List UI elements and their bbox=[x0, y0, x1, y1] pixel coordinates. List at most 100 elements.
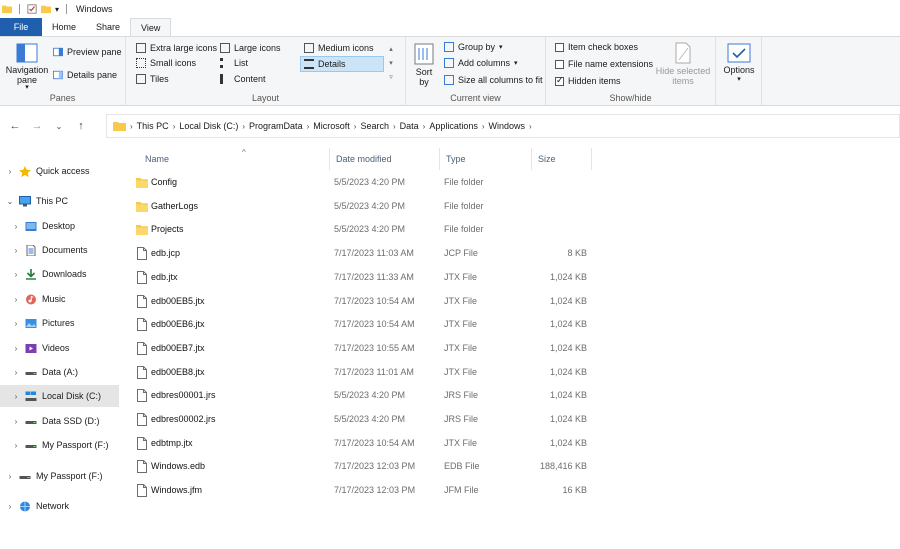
chevron-right-icon[interactable]: › bbox=[393, 122, 396, 131]
file-row[interactable]: edbres00002.jrs 5/5/2023 4:20 PM JRS File 1… bbox=[128, 408, 598, 431]
hide-selected-items-button[interactable]: Hide selected items bbox=[654, 42, 712, 86]
column-header-name[interactable]: Name ^ bbox=[139, 148, 330, 170]
file-icon bbox=[137, 365, 147, 379]
breadcrumb-this-pc[interactable]: This PC bbox=[137, 121, 169, 131]
item-check-boxes-checkbox[interactable] bbox=[555, 42, 564, 52]
layout-tiles[interactable]: Tiles bbox=[136, 74, 169, 84]
nav-item[interactable]: › Data SSD (D:) bbox=[0, 410, 119, 432]
layout-medium-icons[interactable]: Medium icons bbox=[304, 43, 374, 53]
navigation-pane-button[interactable]: Navigation pane ▾ bbox=[4, 43, 50, 91]
chevron-right-icon[interactable]: › bbox=[423, 122, 426, 131]
chevron-right-icon[interactable]: › bbox=[11, 344, 21, 353]
new-folder-icon[interactable] bbox=[41, 4, 51, 14]
file-name-extensions-checkbox[interactable] bbox=[555, 59, 564, 69]
add-columns-button[interactable]: Add columns ▾ bbox=[444, 58, 518, 68]
nav-item[interactable]: › Quick access bbox=[0, 160, 119, 182]
breadcrumb-microsoft[interactable]: Microsoft bbox=[313, 121, 350, 131]
breadcrumb-applications[interactable]: Applications bbox=[429, 121, 478, 131]
layout-list[interactable]: List bbox=[220, 58, 248, 68]
file-row[interactable]: Windows.edb 7/17/2023 12:03 PM EDB File 188… bbox=[128, 455, 598, 478]
column-header-type[interactable]: Type bbox=[440, 148, 532, 170]
chevron-right-icon[interactable]: › bbox=[11, 222, 21, 231]
up-arrow-icon[interactable]: ↑ bbox=[70, 120, 92, 132]
breadcrumb-data[interactable]: Data bbox=[400, 121, 419, 131]
breadcrumb-local-disk[interactable]: Local Disk (C:) bbox=[179, 121, 238, 131]
recent-locations-icon[interactable]: ⌄ bbox=[48, 122, 70, 131]
hidden-items-toggle[interactable]: Hidden items bbox=[555, 75, 621, 86]
file-row[interactable]: Windows.jfm 7/17/2023 12:03 PM JFM File 16 … bbox=[128, 479, 598, 502]
nav-item[interactable]: › Desktop bbox=[0, 215, 119, 237]
address-bar[interactable]: › This PC › Local Disk (C:) › ProgramData ›… bbox=[106, 114, 900, 138]
file-row[interactable]: edb00EB7.jtx 7/17/2023 10:55 AM JTX File 1,… bbox=[128, 337, 598, 360]
hidden-items-checkbox[interactable] bbox=[555, 75, 564, 86]
folder-row[interactable]: Projects 5/5/2023 4:20 PM File folder bbox=[128, 218, 598, 241]
chevron-right-icon[interactable]: › bbox=[173, 122, 176, 131]
chevron-right-icon[interactable]: › bbox=[11, 270, 21, 279]
item-check-boxes-toggle[interactable]: Item check boxes bbox=[555, 42, 638, 52]
folder-row[interactable]: Config 5/5/2023 4:20 PM File folder bbox=[128, 171, 598, 194]
preview-pane-button[interactable]: Preview pane bbox=[53, 47, 122, 57]
folder-row[interactable]: GatherLogs 5/5/2023 4:20 PM File folder bbox=[128, 195, 598, 218]
chevron-down-icon[interactable]: ⌄ bbox=[5, 197, 15, 206]
chevron-right-icon[interactable]: › bbox=[11, 417, 21, 426]
nav-item[interactable]: › Music bbox=[0, 288, 119, 310]
file-row[interactable]: edb00EB6.jtx 7/17/2023 10:54 AM JTX File 1,… bbox=[128, 313, 598, 336]
chevron-right-icon[interactable]: › bbox=[5, 472, 15, 481]
chevron-right-icon[interactable]: › bbox=[354, 122, 357, 131]
file-row[interactable]: edbtmp.jtx 7/17/2023 10:54 AM JTX File 1,02… bbox=[128, 432, 598, 455]
properties-icon[interactable] bbox=[27, 4, 37, 14]
breadcrumb-programdata[interactable]: ProgramData bbox=[249, 121, 303, 131]
tab-view[interactable]: View bbox=[130, 18, 172, 36]
chevron-right-icon[interactable]: › bbox=[5, 502, 15, 511]
nav-item[interactable]: › My Passport (F:) bbox=[0, 434, 119, 456]
chevron-right-icon[interactable]: › bbox=[242, 122, 245, 131]
sort-by-button[interactable]: Sort by bbox=[412, 43, 436, 87]
nav-item[interactable]: › Downloads bbox=[0, 263, 119, 285]
file-row[interactable]: edb00EB8.jtx 7/17/2023 11:01 AM JTX File 1,… bbox=[128, 361, 598, 384]
file-row[interactable]: edb00EB5.jtx 7/17/2023 10:54 AM JTX File 1,… bbox=[128, 290, 598, 313]
chevron-right-icon[interactable]: › bbox=[11, 368, 21, 377]
chevron-right-icon[interactable]: › bbox=[482, 122, 485, 131]
nav-item[interactable]: › Pictures bbox=[0, 312, 119, 334]
ribbon-tabs: File Home Share View bbox=[0, 18, 900, 36]
chevron-right-icon[interactable]: › bbox=[11, 319, 21, 328]
back-arrow-icon[interactable]: ← bbox=[4, 120, 26, 132]
layout-extra-large-icons[interactable]: Extra large icons bbox=[136, 43, 217, 53]
group-by-button[interactable]: Group by ▾ bbox=[444, 42, 503, 52]
file-row[interactable]: edb.jcp 7/17/2023 11:03 AM JCP File 8 KB bbox=[128, 242, 598, 265]
file-name-extensions-toggle[interactable]: File name extensions bbox=[555, 59, 653, 69]
chevron-right-icon[interactable]: › bbox=[11, 392, 21, 401]
file-row[interactable]: edb.jtx 7/17/2023 11:33 AM JTX File 1,024 K… bbox=[128, 266, 598, 289]
forward-arrow-icon[interactable]: → bbox=[26, 120, 48, 132]
breadcrumb-windows[interactable]: Windows bbox=[489, 121, 526, 131]
size-all-columns-button[interactable]: Size all columns to fit bbox=[444, 75, 543, 85]
tab-file[interactable]: File bbox=[0, 18, 42, 36]
chevron-right-icon[interactable]: › bbox=[11, 441, 21, 450]
chevron-right-icon[interactable]: › bbox=[307, 122, 310, 131]
details-pane-button[interactable]: Details pane bbox=[53, 70, 117, 80]
nav-item[interactable]: › Documents bbox=[0, 239, 119, 261]
layout-large-icons[interactable]: Large icons bbox=[220, 43, 281, 53]
chevron-right-icon[interactable]: › bbox=[529, 122, 532, 131]
breadcrumb-search[interactable]: Search bbox=[360, 121, 389, 131]
file-row[interactable]: edbres00001.jrs 5/5/2023 4:20 PM JRS File 1… bbox=[128, 384, 598, 407]
nav-item[interactable]: › Videos bbox=[0, 337, 119, 359]
chevron-right-icon[interactable]: › bbox=[5, 167, 15, 176]
tab-share[interactable]: Share bbox=[86, 18, 130, 36]
layout-small-icons[interactable]: Small icons bbox=[136, 58, 196, 68]
layout-scroll[interactable]: ▴ ▾ ▿ bbox=[386, 43, 396, 85]
chevron-right-icon[interactable]: › bbox=[11, 295, 21, 304]
nav-item[interactable]: › Local Disk (C:) bbox=[0, 385, 119, 407]
tab-home[interactable]: Home bbox=[42, 18, 86, 36]
layout-details[interactable]: Details bbox=[300, 56, 384, 72]
options-button[interactable]: Options ▾ bbox=[720, 43, 758, 85]
layout-content[interactable]: Content bbox=[220, 74, 266, 84]
chevron-right-icon[interactable]: › bbox=[11, 246, 21, 255]
column-header-date[interactable]: Date modified bbox=[330, 148, 440, 170]
nav-item[interactable]: › Data (A:) bbox=[0, 361, 119, 383]
nav-item[interactable]: › Network bbox=[0, 495, 119, 517]
nav-item[interactable]: › My Passport (F:) bbox=[0, 465, 119, 487]
column-header-size[interactable]: Size bbox=[532, 148, 592, 170]
customize-toolbar-icon[interactable]: ▾ bbox=[55, 5, 59, 14]
nav-item[interactable]: ⌄ This PC bbox=[0, 190, 119, 212]
